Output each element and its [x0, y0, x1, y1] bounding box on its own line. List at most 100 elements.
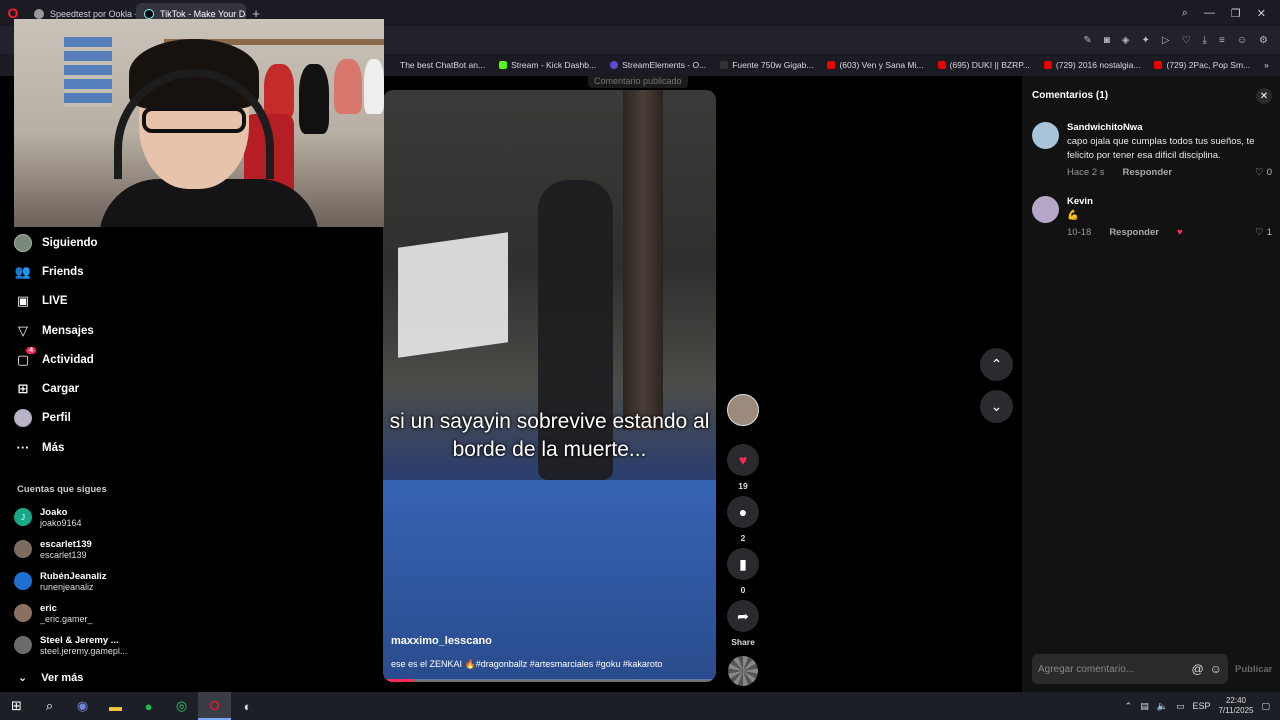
play-icon[interactable]: ▷: [1162, 35, 1170, 46]
video-description: ese es el ZENKAI 🔥#dragonballz #artesmar…: [391, 659, 663, 669]
display-icon[interactable]: ▭: [1176, 701, 1185, 712]
spotify-icon[interactable]: ●: [132, 692, 165, 720]
ookla-favicon-icon: [34, 9, 44, 19]
bookmark-kick[interactable]: Stream - Kick Dashb...: [499, 60, 596, 70]
edit-icon[interactable]: ✎: [1083, 35, 1091, 46]
minimize-icon[interactable]: —: [1204, 7, 1215, 20]
whatsapp-icon[interactable]: ◎: [165, 692, 198, 720]
discord-icon[interactable]: ◉: [66, 692, 99, 720]
video-author[interactable]: maxximo_lesscano: [391, 635, 492, 647]
video-caption: si un sayayin sobrevive estando al borde…: [389, 410, 710, 461]
maximize-icon[interactable]: ❐: [1231, 7, 1241, 20]
next-video-button[interactable]: ⌄: [980, 390, 1013, 423]
language-indicator[interactable]: ESP: [1192, 701, 1210, 711]
account-rubenjeanaliz[interactable]: RubénJeanaliz runenjeanaliz: [14, 565, 214, 597]
creator-avatar[interactable]: [727, 394, 759, 426]
profile-icon: [14, 409, 32, 428]
search-tabs-icon[interactable]: ⌕: [1182, 7, 1188, 20]
activity-icon: ▢ 4: [14, 346, 36, 369]
clock[interactable]: 22:40 7/11/2025: [1218, 696, 1253, 716]
reply-button[interactable]: Responder: [1123, 167, 1173, 178]
account-eric[interactable]: eric _eric.gamer_: [14, 597, 214, 629]
reply-button[interactable]: Responder: [1109, 227, 1159, 238]
mention-icon[interactable]: @: [1192, 662, 1204, 676]
windows-start-icon[interactable]: ⊞: [0, 692, 33, 720]
avatar: J: [14, 508, 32, 527]
toolbar-icons: ✎ ◙ ◈ ✦ ▷ ♡ ⤓ ≡ ☺ ⚙: [1083, 35, 1280, 46]
close-window-icon[interactable]: ✕: [1257, 7, 1266, 20]
avatar: [14, 636, 32, 655]
notifications-icon[interactable]: ▢: [1261, 701, 1270, 712]
video-progress-bar[interactable]: [387, 679, 712, 682]
share-icon: ➦: [737, 607, 749, 624]
comment-posted-toast: Comentario publicado: [588, 74, 688, 88]
heart-icon[interactable]: ♡: [1182, 35, 1191, 46]
nav-actividad[interactable]: ▢ 4 Actividad: [14, 345, 214, 374]
comment-button[interactable]: ●: [727, 496, 759, 528]
account-icon[interactable]: ☺: [1237, 35, 1247, 46]
bookmark-fuente[interactable]: Fuente 750w Gigab...: [720, 60, 813, 70]
search-icon[interactable]: ⌕: [33, 692, 66, 720]
window-controls: ⌕ — ❐ ✕: [1182, 7, 1280, 20]
like-button[interactable]: ♥: [727, 444, 759, 476]
youtube-icon: [937, 61, 946, 69]
account-steel-jeremy[interactable]: Steel & Jeremy ... steel.jeremy.gamepl...: [14, 629, 214, 661]
save-button[interactable]: ▮: [727, 548, 759, 580]
account-joako[interactable]: J Joako joako9164: [14, 501, 214, 533]
messages-icon: ▽: [18, 322, 28, 338]
opera-icon[interactable]: O: [198, 692, 231, 720]
settings-icon[interactable]: ⚙: [1259, 35, 1268, 46]
nav-mensajes[interactable]: ▽ Mensajes: [14, 316, 214, 345]
tab-label: TikTok - Make Your Day: [160, 9, 246, 19]
bookmarks-overflow-icon[interactable]: »: [1264, 60, 1280, 70]
volume-icon[interactable]: 🔈: [1157, 701, 1168, 712]
bookmark-youtube-2[interactable]: (695) DUKI || BZRP...: [937, 60, 1030, 70]
comment-text: 💪: [1067, 210, 1079, 221]
account-escarlet139[interactable]: escarlet139 escarlet139: [14, 533, 214, 565]
activity-badge: 4: [26, 346, 36, 354]
heart-outline-icon: ♡: [1255, 167, 1264, 178]
nav-siguiendo[interactable]: Siguiendo: [14, 228, 214, 257]
more-icon: ···: [16, 440, 30, 456]
nav-perfil[interactable]: Perfil: [14, 404, 214, 433]
see-more-button[interactable]: ⌄ Ver más: [18, 671, 214, 685]
emoji-icon[interactable]: ☺: [1210, 662, 1222, 676]
shield-icon[interactable]: ◈: [1122, 35, 1130, 46]
nav-friends[interactable]: 👥 Friends: [14, 257, 214, 286]
nav-live[interactable]: ▣ LIVE: [14, 287, 214, 316]
bookmark-youtube-4[interactable]: (729) 2Pac, Pop Sm...: [1154, 60, 1250, 70]
bookmark-chatbot[interactable]: The best ChatBot an...: [388, 60, 485, 70]
tray-expand-icon[interactable]: ⌃: [1125, 701, 1133, 712]
comment-username[interactable]: SandwichitoNwa: [1067, 122, 1272, 133]
bookmark-icon: ▮: [739, 555, 747, 572]
nav-mas[interactable]: ··· Más: [14, 433, 214, 462]
nav-cargar[interactable]: ⊞ Cargar: [14, 374, 214, 403]
comment-like-button[interactable]: ♡ 1: [1255, 227, 1272, 238]
bookmark-youtube-3[interactable]: (729) 2016 nostalgia...: [1043, 60, 1140, 70]
tiktok-page: Siguiendo 👥 Friends ▣ LIVE ▽ Mensajes ▢ 4…: [0, 19, 1280, 692]
network-icon[interactable]: ▤: [1140, 701, 1149, 712]
download-icon[interactable]: ⤓: [1203, 35, 1207, 46]
close-comments-button[interactable]: ✕: [1256, 88, 1272, 104]
music-disc-icon[interactable]: [728, 656, 758, 686]
obs-icon[interactable]: ◐: [231, 692, 264, 720]
bookmark-youtube-1[interactable]: (603) Ven y Sana Mi...: [827, 60, 924, 70]
post-comment-button[interactable]: Publicar: [1235, 664, 1273, 675]
webcam-overlay: [14, 19, 384, 227]
avatar[interactable]: [1032, 122, 1059, 149]
previous-video-button[interactable]: ⌃: [980, 348, 1013, 381]
camera-icon[interactable]: ◙: [1104, 35, 1110, 46]
share-button[interactable]: ➦: [727, 600, 759, 632]
comment-like-button[interactable]: ♡ 0: [1255, 167, 1272, 178]
comment-input[interactable]: [1038, 663, 1186, 675]
menu-icon[interactable]: ≡: [1219, 35, 1225, 46]
comment-time: Hace 2 s: [1067, 167, 1105, 178]
bookmark-streamelements[interactable]: StreamElements - O...: [610, 60, 706, 70]
avatar: [14, 540, 32, 559]
video-player[interactable]: si un sayayin sobrevive estando al borde…: [383, 90, 716, 682]
comment-username[interactable]: Kevin: [1067, 196, 1272, 207]
youtube-icon: [1043, 61, 1052, 69]
file-explorer-icon[interactable]: ▬: [99, 692, 132, 720]
avatar[interactable]: [1032, 196, 1059, 223]
extensions-icon[interactable]: ✦: [1141, 35, 1149, 46]
